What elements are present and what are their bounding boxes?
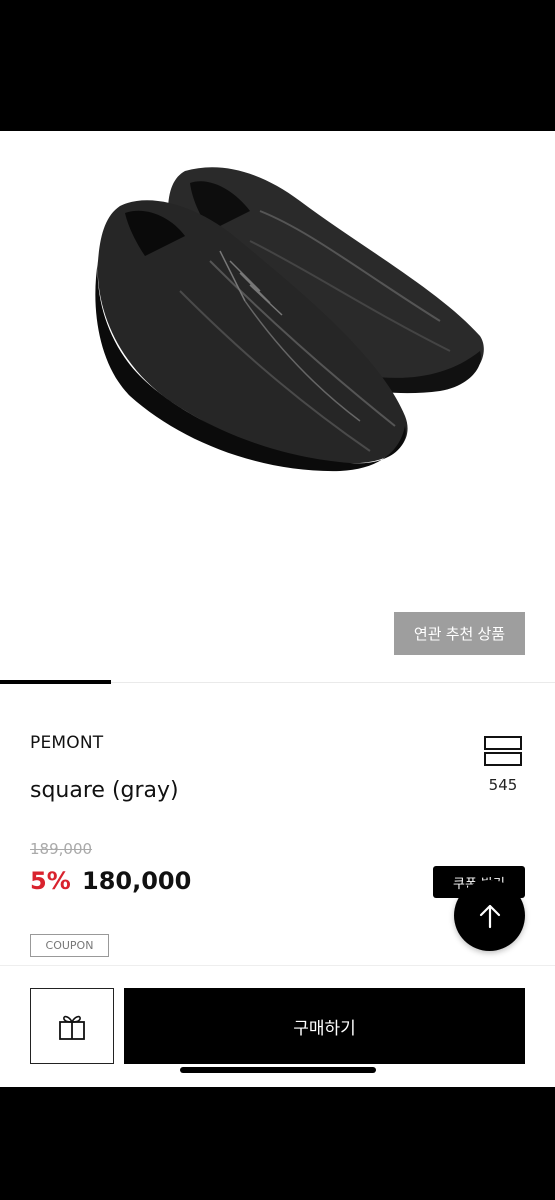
- wish-count: 545: [488, 776, 518, 794]
- discount-rate: 5%: [30, 867, 71, 895]
- product-detail-screen: 연관 추천 상품 PEMONT square (gray) 545 189,00…: [0, 131, 555, 1087]
- bottom-black-area: [0, 1087, 555, 1200]
- footer-divider: [0, 965, 555, 966]
- home-indicator: [180, 1067, 376, 1073]
- scroll-to-top-button[interactable]: [454, 880, 525, 951]
- gift-icon: [59, 1015, 85, 1040]
- stacked-rectangles-icon[interactable]: [484, 736, 522, 766]
- original-price: 189,000: [30, 840, 93, 858]
- buy-button[interactable]: 구매하기: [124, 988, 525, 1064]
- arrow-up-icon: [479, 904, 500, 928]
- shoe-photo: [95, 167, 484, 472]
- sale-price: 180,000: [82, 867, 192, 895]
- image-progress-indicator: [0, 680, 111, 684]
- product-image: [0, 131, 555, 671]
- product-name: square (gray): [30, 778, 179, 803]
- coupon-badge: COUPON: [30, 934, 109, 957]
- brand-name[interactable]: PEMONT: [30, 733, 103, 753]
- status-bar-area: [0, 0, 555, 131]
- related-products-button[interactable]: 연관 추천 상품: [394, 612, 525, 655]
- gift-button[interactable]: [30, 988, 114, 1064]
